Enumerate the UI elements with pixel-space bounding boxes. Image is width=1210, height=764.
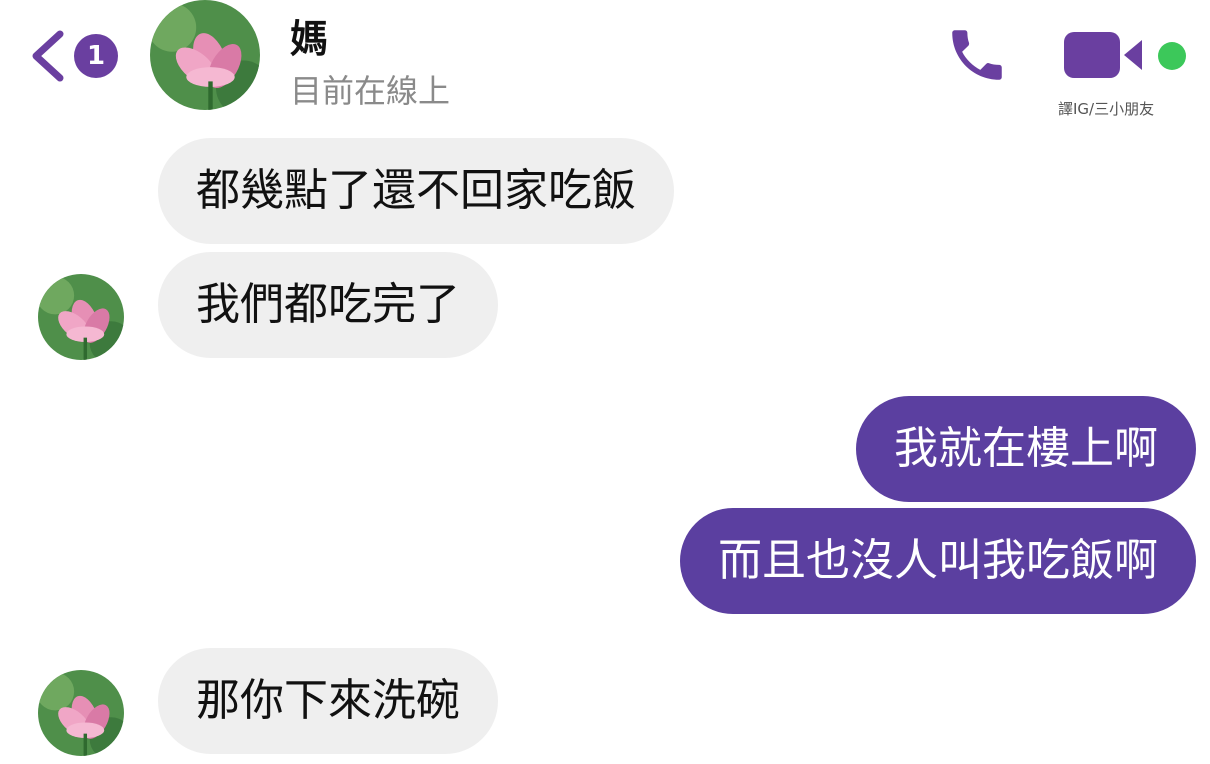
- message-bubble-received[interactable]: 我們都吃完了: [158, 252, 498, 358]
- contact-name: 媽: [290, 17, 329, 61]
- contact-status: 目前在線上: [290, 72, 451, 110]
- unread-count-badge: 1: [74, 34, 118, 78]
- watermark: 譯IG/三小朋友: [1058, 100, 1155, 118]
- video-call-button[interactable]: [1064, 30, 1148, 80]
- message-bubble-received[interactable]: 那你下來洗碗: [158, 648, 498, 754]
- lotus-avatar-image: [38, 670, 124, 756]
- contact-avatar-small[interactable]: [38, 670, 124, 756]
- message-bubble-sent[interactable]: 我就在樓上啊: [856, 396, 1196, 502]
- call-button[interactable]: [944, 22, 1010, 88]
- chevron-left-icon: [32, 30, 64, 82]
- message-bubble-sent[interactable]: 而且也沒人叫我吃飯啊: [680, 508, 1196, 614]
- message-bubble-received[interactable]: 都幾點了還不回家吃飯: [158, 138, 674, 244]
- contact-avatar-small[interactable]: [38, 274, 124, 360]
- phone-icon: [952, 30, 1002, 80]
- online-status-dot: [1158, 42, 1186, 70]
- lotus-avatar-image: [38, 274, 124, 360]
- video-camera-icon: [1064, 32, 1142, 78]
- chat-header: 1 媽 目前在線上 譯IG/三小朋友: [0, 0, 1210, 120]
- back-button[interactable]: 1: [28, 28, 128, 84]
- lotus-avatar-image: [150, 0, 260, 110]
- contact-avatar[interactable]: [150, 0, 260, 110]
